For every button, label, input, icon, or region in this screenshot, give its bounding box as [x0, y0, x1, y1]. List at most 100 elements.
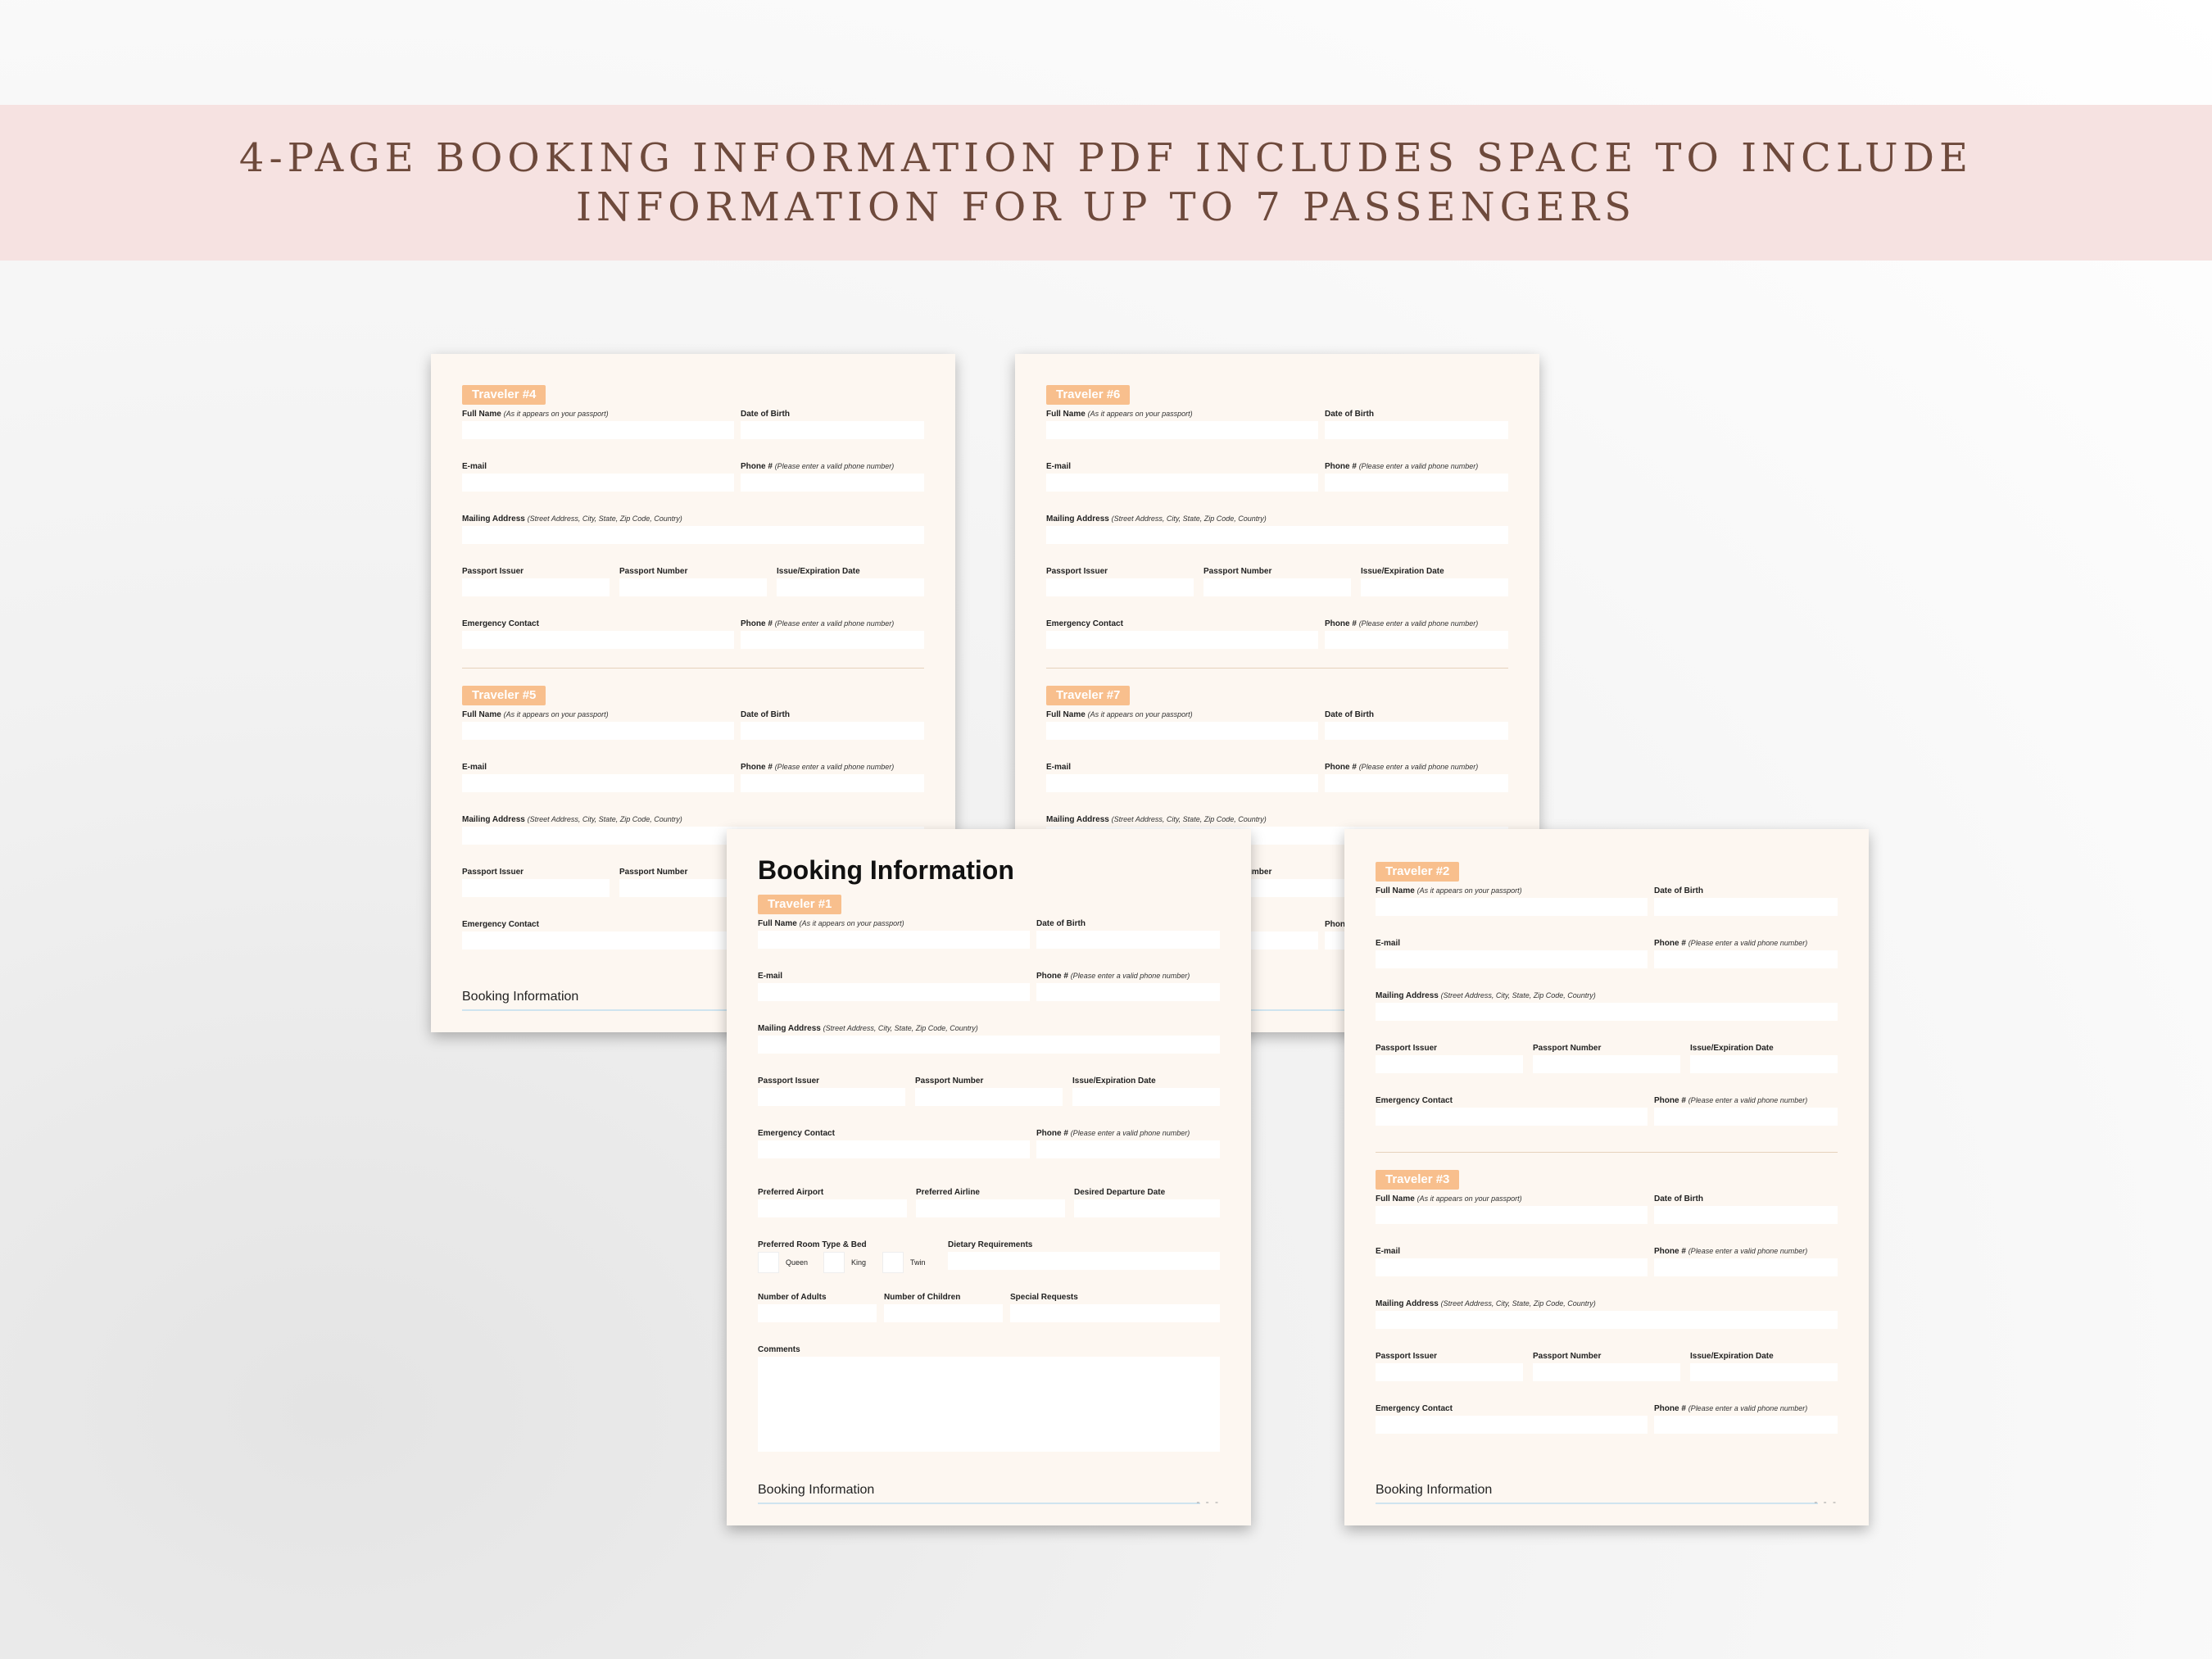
emergency-contact-field[interactable] [758, 1140, 1030, 1158]
full-name-field[interactable] [462, 421, 734, 439]
phone-field[interactable] [1654, 950, 1838, 968]
email-field[interactable] [1376, 950, 1648, 968]
mailing-address-field[interactable] [758, 1036, 1220, 1054]
email-field[interactable] [1046, 774, 1318, 792]
mailing-address-field[interactable] [1376, 1311, 1838, 1329]
mailing-address-label: Mailing Address (Street Address, City, S… [1046, 815, 1267, 824]
departure-date-field[interactable] [1074, 1199, 1220, 1217]
adults-field[interactable] [758, 1304, 877, 1322]
dob-label: Date of Birth [1325, 410, 1374, 419]
full-name-field[interactable] [462, 722, 734, 740]
mailing-address-label: Mailing Address (Street Address, City, S… [758, 1024, 978, 1033]
dob-field[interactable] [741, 722, 924, 740]
emergency-contact-field[interactable] [1376, 1108, 1648, 1126]
phone-label: Phone # (Please enter a valid phone numb… [741, 462, 894, 471]
issue-expiration-field[interactable] [777, 578, 924, 596]
issue-expiration-field[interactable] [1072, 1088, 1220, 1106]
passport-issuer-label: Passport Issuer [1046, 567, 1108, 576]
traveler-tag: Traveler #5 [462, 686, 546, 705]
emergency-phone-field[interactable] [1325, 631, 1508, 649]
phone-field[interactable] [1654, 1258, 1838, 1276]
passport-number-field[interactable] [915, 1088, 1063, 1106]
issue-expiration-field[interactable] [1690, 1055, 1838, 1073]
issue-expiration-field[interactable] [1690, 1363, 1838, 1381]
emergency-phone-field[interactable] [1036, 1140, 1220, 1158]
issue-expiration-field[interactable] [1361, 578, 1508, 596]
mailing-address-label-hint: (Street Address, City, State, Zip Code, … [527, 514, 682, 523]
dietary-field[interactable] [948, 1252, 1220, 1270]
king-checkbox[interactable] [823, 1252, 845, 1273]
emergency-phone-field[interactable] [1654, 1416, 1838, 1434]
email-field[interactable] [462, 474, 734, 492]
mailing-address-field[interactable] [1376, 1003, 1838, 1021]
emergency-contact-field[interactable] [1376, 1416, 1648, 1434]
emergency-contact-label-text: Emergency Contact [462, 920, 539, 929]
mailing-address-field[interactable] [1046, 526, 1508, 544]
emergency-contact-field[interactable] [462, 631, 734, 649]
email-field[interactable] [462, 774, 734, 792]
mailing-address-field[interactable] [462, 526, 924, 544]
dob-field[interactable] [1325, 421, 1508, 439]
phone-label-text: Phone # [1325, 763, 1357, 772]
twin-checkbox[interactable] [882, 1252, 904, 1273]
passport-number-label-text: Passport Number [1533, 1352, 1602, 1361]
full-name-field[interactable] [758, 931, 1030, 949]
phone-field[interactable] [741, 774, 924, 792]
passport-issuer-field[interactable] [462, 879, 610, 897]
passport-number-field[interactable] [619, 578, 767, 596]
dob-field[interactable] [1036, 931, 1220, 949]
emergency-phone-field[interactable] [741, 631, 924, 649]
special-requests-field[interactable] [1010, 1304, 1220, 1322]
passport-issuer-field[interactable] [1376, 1363, 1523, 1381]
phone-label-hint: (Please enter a valid phone number) [1070, 972, 1190, 980]
dob-field[interactable] [741, 421, 924, 439]
email-label: E-mail [1046, 763, 1071, 772]
phone-field[interactable] [1036, 983, 1220, 1001]
email-field[interactable] [1046, 474, 1318, 492]
phone-field[interactable] [741, 474, 924, 492]
email-label-text: E-mail [462, 763, 487, 772]
passport-issuer-field[interactable] [1376, 1055, 1523, 1073]
footer-line [758, 1503, 1200, 1504]
dob-field[interactable] [1325, 722, 1508, 740]
passport-number-field[interactable] [1533, 1055, 1680, 1073]
full-name-field[interactable] [1046, 722, 1318, 740]
passport-number-label: Passport Number [619, 567, 687, 576]
full-name-label-text: Full Name [1046, 410, 1086, 419]
phone-field[interactable] [1325, 474, 1508, 492]
page-footer: Booking Information - - - [758, 1483, 1220, 1507]
preferred-airline-field[interactable] [916, 1199, 1065, 1217]
page-title: Booking Information [758, 855, 1014, 885]
issue-expiration-label-text: Issue/Expiration Date [1690, 1044, 1774, 1053]
passport-number-field[interactable] [1203, 578, 1351, 596]
emergency-phone-label-text: Phone # [1036, 1129, 1068, 1138]
full-name-field[interactable] [1376, 1206, 1648, 1224]
email-label-text: E-mail [1046, 462, 1072, 471]
preferred-airport-field[interactable] [758, 1199, 907, 1217]
full-name-field[interactable] [1376, 898, 1648, 916]
passport-issuer-label-text: Passport Issuer [462, 567, 524, 576]
emergency-contact-field[interactable] [462, 931, 734, 950]
phone-field[interactable] [1325, 774, 1508, 792]
passport-issuer-field[interactable] [758, 1088, 905, 1106]
emergency-contact-field[interactable] [1046, 631, 1318, 649]
passport-issuer-field[interactable] [1046, 578, 1194, 596]
email-field[interactable] [758, 983, 1030, 1001]
children-field[interactable] [884, 1304, 1003, 1322]
full-name-label-hint: (As it appears on your passport) [1087, 410, 1193, 418]
passport-number-field[interactable] [1533, 1363, 1680, 1381]
emergency-phone-label-hint: (Please enter a valid phone number) [1070, 1129, 1190, 1137]
passport-issuer-label-text: Passport Issuer [1046, 567, 1108, 576]
queen-checkbox[interactable] [758, 1252, 779, 1273]
dob-field[interactable] [1654, 1206, 1838, 1224]
email-field[interactable] [1376, 1258, 1648, 1276]
dob-field[interactable] [1654, 898, 1838, 916]
mailing-address-label: Mailing Address (Street Address, City, S… [462, 514, 682, 524]
footer-dots: - - - [1814, 1496, 1838, 1507]
full-name-field[interactable] [1046, 421, 1318, 439]
issue-expiration-label: Issue/Expiration Date [1072, 1077, 1156, 1086]
passport-issuer-field[interactable] [462, 578, 610, 596]
comments-field[interactable] [758, 1357, 1220, 1452]
emergency-phone-field[interactable] [1654, 1108, 1838, 1126]
emergency-phone-label: Phone # (Please enter a valid phone numb… [1036, 1129, 1190, 1138]
